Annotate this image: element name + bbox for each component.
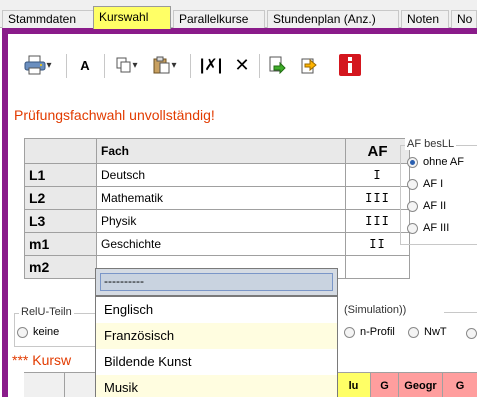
- tab-no-partial[interactable]: No: [451, 10, 477, 28]
- radio-nwt[interactable]: NwT: [408, 326, 447, 338]
- clear-marked-button[interactable]: |✗|: [198, 52, 224, 78]
- af-besll-group: AF besLL ohne AF AF I AF II AF III: [400, 138, 477, 245]
- table-row[interactable]: L3 Physik III: [24, 209, 410, 233]
- table-row[interactable]: L1 Deutsch I: [24, 163, 410, 187]
- radio-af-3[interactable]: AF III: [407, 222, 449, 234]
- simulation-legend: (Simulation)): [344, 304, 407, 316]
- chevron-down-icon: ▾: [46, 59, 52, 71]
- radio-icon: [407, 200, 418, 212]
- fach-cell[interactable]: Geschichte: [96, 232, 346, 256]
- row-key: m1: [24, 232, 97, 256]
- radio-icon: [17, 326, 28, 338]
- import-button[interactable]: [264, 52, 290, 78]
- radio-selected-icon: [407, 156, 418, 168]
- radio-icon[interactable]: [466, 328, 477, 339]
- radio-af-2[interactable]: AF II: [407, 200, 446, 212]
- tab-kurswahl[interactable]: Kurswahl: [93, 6, 171, 29]
- tab-bar: Stammdaten Kurswahl Parallelkurse Stunde…: [0, 0, 477, 29]
- radio-ohne-af[interactable]: ohne AF: [407, 156, 464, 168]
- relu-group: RelU-Teiln keine: [14, 306, 104, 347]
- pruefungsfach-table: Fach AF L1 Deutsch I L2 Mathematik III L…: [24, 138, 410, 279]
- radio-af-1[interactable]: AF I: [407, 178, 443, 190]
- tab-noten[interactable]: Noten: [401, 10, 449, 28]
- delete-icon: ✕: [234, 54, 250, 75]
- toolbar: ▾ A ▾ ▾ |✗| ✕: [10, 46, 477, 86]
- dropdown-item-franzoesisch[interactable]: Französisch: [96, 323, 337, 349]
- relu-legend: RelU-Teiln: [19, 306, 74, 318]
- radio-icon: [407, 222, 418, 234]
- tab-stammdaten[interactable]: Stammdaten: [2, 10, 94, 28]
- fach-cell[interactable]: Physik: [96, 209, 346, 233]
- font-icon: A: [80, 57, 90, 73]
- af-besll-legend: AF besLL: [405, 138, 457, 150]
- printer-icon: [24, 55, 46, 75]
- dropdown-item-englisch[interactable]: Englisch: [96, 297, 337, 323]
- fach-combobox[interactable]: ----------: [95, 268, 338, 296]
- font-button[interactable]: A: [72, 52, 98, 78]
- tab-parallelkurse[interactable]: Parallelkurse: [173, 10, 265, 28]
- export-icon: [301, 58, 317, 74]
- grid-column-header[interactable]: Geogr: [398, 373, 442, 397]
- dropdown-item-musik[interactable]: Musik: [96, 375, 337, 397]
- row-key: L1: [24, 163, 97, 187]
- info-button[interactable]: [338, 52, 362, 78]
- grid-column-header[interactable]: G: [442, 373, 477, 397]
- kurswahl-heading: *** Kursw: [12, 352, 72, 368]
- simulation-divider: [444, 312, 477, 313]
- paste-button[interactable]: ▾: [146, 52, 184, 78]
- chevron-down-icon: ▾: [132, 59, 138, 71]
- radio-icon: [408, 326, 419, 338]
- table-row[interactable]: L2 Mathematik III: [24, 186, 410, 210]
- grid-column-header[interactable]: G: [370, 373, 398, 397]
- af-cell[interactable]: [345, 255, 410, 279]
- paste-icon: [153, 56, 170, 74]
- copy-icon: [116, 57, 131, 73]
- info-icon: [339, 54, 361, 76]
- row-key: m2: [24, 255, 97, 279]
- clear-marked-icon: |✗|: [199, 57, 223, 74]
- radio-n-profil[interactable]: n-Profil: [344, 326, 395, 338]
- row-key: L2: [24, 186, 97, 210]
- dropdown-item-bildende-kunst[interactable]: Bildende Kunst: [96, 349, 337, 375]
- row-key: L3: [24, 209, 97, 233]
- chevron-down-icon: ▾: [171, 59, 177, 71]
- table-row[interactable]: m1 Geschichte II: [24, 232, 410, 256]
- radio-keine[interactable]: keine: [17, 326, 59, 338]
- column-header-key: [24, 138, 97, 164]
- table-header-row: Fach AF: [24, 138, 410, 164]
- column-header-fach: Fach: [96, 138, 346, 164]
- grid-column-header[interactable]: lu: [336, 373, 370, 397]
- combobox-value[interactable]: ----------: [100, 273, 333, 291]
- radio-icon: [407, 178, 418, 190]
- import-icon: [269, 56, 286, 74]
- warning-message: Prüfungsfachwahl unvollständig!: [14, 107, 215, 123]
- print-button[interactable]: ▾: [18, 52, 58, 78]
- fach-cell[interactable]: Deutsch: [96, 163, 346, 187]
- export-button[interactable]: [296, 52, 322, 78]
- delete-button[interactable]: ✕: [230, 52, 254, 78]
- fach-dropdown-list: Englisch Französisch Bildende Kunst Musi…: [95, 296, 338, 397]
- fach-cell[interactable]: Mathematik: [96, 186, 346, 210]
- copy-button[interactable]: ▾: [110, 52, 144, 78]
- grid-cell: [64, 373, 94, 397]
- tab-stundenplan[interactable]: Stundenplan (Anz.): [267, 10, 399, 28]
- radio-icon: [344, 326, 355, 338]
